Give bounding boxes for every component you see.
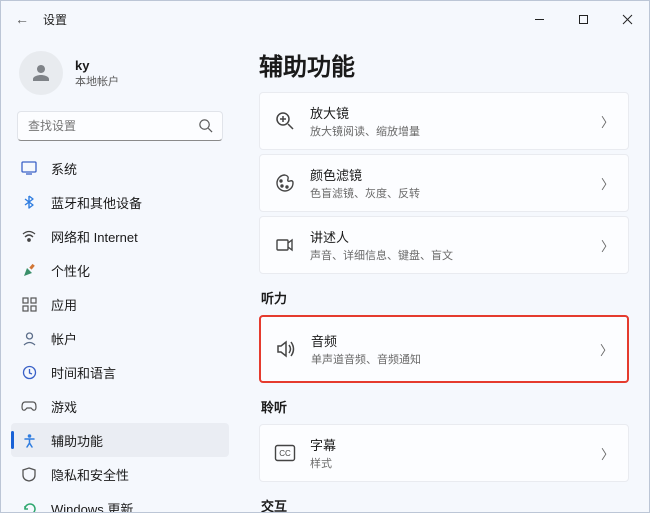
nav-label: 网络和 Internet [51, 227, 138, 246]
window-controls [517, 1, 649, 37]
palette-icon [274, 172, 296, 194]
back-button[interactable]: ← [15, 11, 29, 27]
accessibility-icon [21, 432, 37, 448]
chevron-right-icon: 〉 [601, 112, 614, 131]
update-icon [21, 500, 37, 512]
user-subtitle: 本地帐户 [75, 73, 119, 89]
minimize-button[interactable] [517, 1, 561, 37]
card-sub: 样式 [310, 455, 587, 471]
section-hearing: 听力 [261, 288, 629, 307]
time-icon [21, 364, 37, 380]
nav-time-language[interactable]: 时间和语言 [11, 355, 229, 389]
nav-label: 游戏 [51, 397, 77, 416]
nav-gaming[interactable]: 游戏 [11, 389, 229, 423]
nav-accounts[interactable]: 帐户 [11, 321, 229, 355]
nav-system[interactable]: 系统 [11, 151, 229, 185]
apps-icon [21, 296, 37, 312]
nav: 系统 蓝牙和其他设备 网络和 Internet 个性化 应用 [5, 151, 235, 512]
nav-windows-update[interactable]: Windows 更新 [11, 491, 229, 512]
card-sub: 放大镜阅读、缩放增量 [310, 123, 587, 139]
accounts-icon [21, 330, 37, 346]
card-body: 字幕 样式 [310, 435, 587, 471]
card-magnifier[interactable]: 放大镜 放大镜阅读、缩放增量 〉 [259, 92, 629, 150]
nav-label: 个性化 [51, 261, 90, 280]
nav-label: Windows 更新 [51, 499, 133, 513]
close-button[interactable] [605, 1, 649, 37]
card-captions[interactable]: CC 字幕 样式 〉 [259, 424, 629, 482]
card-title: 字幕 [310, 435, 587, 454]
card-audio[interactable]: 音频 单声道音频、音频通知 〉 [259, 315, 629, 383]
section-interact: 交互 [261, 496, 629, 512]
card-title: 颜色滤镜 [310, 165, 587, 184]
network-icon [21, 228, 37, 244]
content: ky 本地帐户 系统 蓝牙和其他设备 [1, 37, 649, 512]
magnifier-icon [274, 110, 296, 132]
captions-icon: CC [274, 442, 296, 464]
card-color-filters[interactable]: 颜色滤镜 色盲滤镜、灰度、反转 〉 [259, 154, 629, 212]
nav-label: 隐私和安全性 [51, 465, 129, 484]
card-body: 放大镜 放大镜阅读、缩放增量 [310, 103, 587, 139]
card-sub: 色盲滤镜、灰度、反转 [310, 185, 587, 201]
privacy-icon [21, 466, 37, 482]
settings-window: ← 设置 ky 本地帐户 [0, 0, 650, 513]
card-body: 颜色滤镜 色盲滤镜、灰度、反转 [310, 165, 587, 201]
nav-label: 时间和语言 [51, 363, 116, 382]
bluetooth-icon [21, 194, 37, 210]
search-icon [198, 118, 213, 133]
user-tile[interactable]: ky 本地帐户 [5, 45, 235, 107]
nav-bluetooth[interactable]: 蓝牙和其他设备 [11, 185, 229, 219]
chevron-right-icon: 〉 [601, 174, 614, 193]
gaming-icon [21, 398, 37, 414]
page-heading: 辅助功能 [259, 47, 629, 82]
chevron-right-icon: 〉 [601, 444, 614, 463]
section-listen: 聆听 [261, 397, 629, 416]
window-title: 设置 [43, 11, 67, 28]
card-body: 讲述人 声音、详细信息、键盘、盲文 [310, 227, 587, 263]
card-title: 音频 [311, 331, 586, 350]
system-icon [21, 160, 37, 176]
sidebar: ky 本地帐户 系统 蓝牙和其他设备 [1, 37, 239, 512]
search-input[interactable] [17, 111, 223, 141]
chevron-right-icon: 〉 [601, 236, 614, 255]
nav-label: 辅助功能 [51, 431, 103, 450]
personalization-icon [21, 262, 37, 278]
search-wrap [17, 111, 223, 141]
audio-icon [275, 338, 297, 360]
main-panel[interactable]: 辅助功能 放大镜 放大镜阅读、缩放增量 〉 颜色滤镜 色盲滤镜、灰度、反转 〉 [239, 37, 649, 512]
avatar [19, 51, 63, 95]
titlebar: ← 设置 [1, 1, 649, 37]
card-sub: 声音、详细信息、键盘、盲文 [310, 247, 587, 263]
chevron-right-icon: 〉 [600, 340, 613, 359]
card-title: 放大镜 [310, 103, 587, 122]
narrator-icon [274, 234, 296, 256]
nav-personalization[interactable]: 个性化 [11, 253, 229, 287]
card-narrator[interactable]: 讲述人 声音、详细信息、键盘、盲文 〉 [259, 216, 629, 274]
nav-privacy[interactable]: 隐私和安全性 [11, 457, 229, 491]
card-body: 音频 单声道音频、音频通知 [311, 331, 586, 367]
svg-text:CC: CC [279, 449, 291, 458]
user-name: ky [75, 58, 119, 73]
nav-label: 帐户 [51, 329, 77, 348]
nav-label: 蓝牙和其他设备 [51, 193, 142, 212]
nav-label: 系统 [51, 159, 77, 178]
nav-label: 应用 [51, 295, 77, 314]
nav-apps[interactable]: 应用 [11, 287, 229, 321]
nav-accessibility[interactable]: 辅助功能 [11, 423, 229, 457]
maximize-button[interactable] [561, 1, 605, 37]
card-title: 讲述人 [310, 227, 587, 246]
user-text: ky 本地帐户 [75, 58, 119, 89]
card-sub: 单声道音频、音频通知 [311, 351, 586, 367]
nav-network[interactable]: 网络和 Internet [11, 219, 229, 253]
